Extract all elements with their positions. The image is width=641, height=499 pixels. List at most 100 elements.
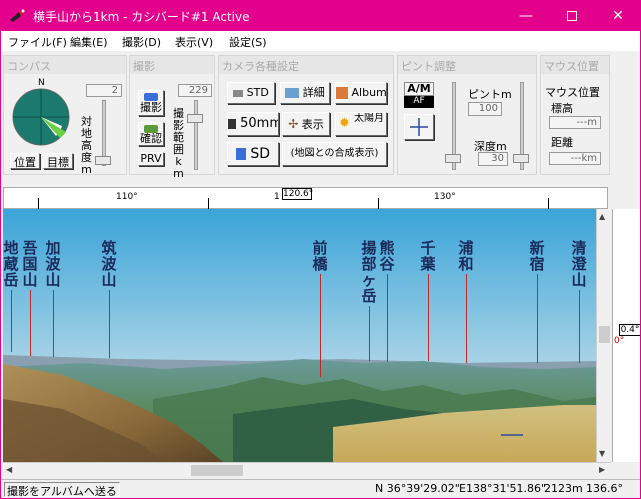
peak-leader-line — [428, 274, 429, 361]
mouse-elevation-box: ---m — [549, 116, 601, 129]
peak-leader-line — [369, 306, 370, 361]
album-icon — [336, 87, 348, 99]
peak-label[interactable]: 揚部ヶ岳 — [361, 240, 377, 304]
focus-distance-label: ピントm — [468, 88, 512, 101]
title-bar: 横手山から1km - カシバード#1 Active — ✕ — [1, 1, 640, 31]
horizontal-scroll-thumb[interactable] — [191, 465, 243, 476]
map-composite-button[interactable]: (地図との合成表示) — [282, 142, 387, 166]
vertical-scroll-thumb[interactable] — [599, 326, 610, 343]
azimuth-ruler[interactable]: 110° 130° 1 120.6° — [3, 187, 608, 209]
focus-slider-thumb[interactable] — [445, 154, 461, 163]
range-slider-thumb[interactable] — [187, 114, 203, 123]
mouse-header: マウス位置 — [541, 56, 609, 74]
pin-icon: ✢ — [288, 117, 299, 131]
camera-header: カメラ各種設定 — [219, 56, 393, 74]
focus-crosshair-button[interactable] — [404, 114, 434, 140]
display-button[interactable]: ✢ 表示 — [282, 112, 330, 136]
shoot-button-label: 撮影 — [140, 101, 162, 114]
range-slider-track[interactable] — [194, 100, 198, 170]
peak-label[interactable]: 熊谷 — [379, 240, 395, 272]
height-slider-thumb[interactable] — [95, 156, 111, 165]
lens-button[interactable]: 50mm — [227, 112, 279, 136]
peak-label[interactable]: 新宿 — [529, 240, 545, 272]
ruler-label-130: 130° — [434, 192, 456, 202]
window-title: 横手山から1km - カシバード#1 Active — [33, 10, 250, 24]
close-button[interactable]: ✕ — [595, 1, 640, 31]
camera-small-icon — [233, 89, 244, 97]
menu-view[interactable]: 表示(V) — [175, 34, 213, 50]
scroll-down-icon[interactable]: ▼ — [599, 449, 605, 458]
peak-leader-line — [387, 274, 388, 362]
horizontal-scrollbar[interactable]: ◀ ▶ — [3, 462, 611, 477]
compass-header: コンパス — [4, 56, 126, 74]
peak-label[interactable]: 浦和 — [458, 240, 474, 272]
minimize-button[interactable]: — — [503, 1, 549, 31]
am-toggle-button[interactable]: A/M — [404, 82, 434, 96]
sun-moon-button[interactable]: ✹ 太陽月 — [335, 112, 387, 136]
maximize-button[interactable] — [549, 1, 595, 31]
range-value-box: 229 — [178, 84, 212, 97]
compass-north-label: N — [38, 78, 45, 88]
menu-edit[interactable]: 編集(E) — [70, 34, 108, 50]
compass-dial[interactable] — [12, 88, 70, 146]
latitude-readout: N 36°39'29.02" — [375, 482, 460, 495]
menu-file[interactable]: ファイル(F) — [8, 34, 67, 50]
ruler-cursor-box: 120.6° — [282, 188, 314, 200]
shoot-button[interactable]: 撮影 — [138, 90, 164, 116]
peak-label[interactable]: 地蔵岳 — [3, 240, 19, 288]
camera-icon — [144, 93, 158, 101]
scroll-up-icon[interactable]: ▲ — [599, 212, 605, 221]
detail-button[interactable]: 詳細 — [280, 82, 330, 104]
af-indicator: AF — [404, 96, 434, 108]
confirm-icon — [144, 125, 158, 133]
position-button[interactable]: 位置 — [10, 153, 40, 169]
heading-readout: 136.6° — [586, 482, 623, 495]
app-window: 横手山から1km - カシバード#1 Active — ✕ ファイル(F) 編集… — [0, 0, 641, 499]
elevation-ruler: 0.4° 0° — [612, 209, 640, 462]
kashmir-app-icon — [10, 9, 25, 22]
peak-label[interactable]: 加波山 — [45, 240, 61, 288]
status-bar: 撮影をアルバムへ送る N 36°39'29.02" E138°31'51.86"… — [1, 479, 640, 498]
peak-leader-line — [579, 290, 580, 363]
peak-label[interactable]: 筑波山 — [101, 240, 117, 288]
height-value-box: 2 — [86, 84, 122, 97]
target-button[interactable]: 目標 — [43, 153, 73, 169]
sun-icon: ✹ — [339, 116, 350, 131]
menu-bar: ファイル(F) 編集(E) 撮影(D) 表示(V) 設定(S) — [1, 31, 640, 51]
shoot-header: 撮影 — [130, 56, 214, 74]
compass-panel: コンパス N 位置 目標 2 対地高度m — [3, 55, 127, 176]
send-to-album-status[interactable]: 撮影をアルバムへ送る — [4, 482, 120, 498]
depth-slider-thumb[interactable] — [513, 154, 529, 163]
range-label: 撮影範囲km — [173, 107, 184, 180]
std-button[interactable]: STD — [227, 82, 275, 104]
photo-icon — [285, 88, 300, 98]
crosshair-icon — [410, 118, 428, 136]
focus-header: ピント調整 — [398, 56, 536, 74]
elevation-readout: 2123m — [544, 482, 583, 495]
ruler-tick — [38, 198, 39, 209]
longitude-readout: E138°31'51.86" — [459, 482, 547, 495]
menu-shoot[interactable]: 撮影(D) — [122, 34, 161, 50]
focus-distance-box: 100 — [468, 102, 502, 116]
scroll-right-icon[interactable]: ▶ — [599, 465, 605, 474]
peak-leader-line — [537, 274, 538, 363]
ruler-label-110: 110° — [116, 192, 138, 202]
peak-leader-line — [320, 274, 321, 377]
height-label: 対地高度m — [81, 115, 92, 176]
confirm-button[interactable]: 確認 — [138, 122, 164, 146]
peak-label[interactable]: 前橋 — [312, 240, 328, 272]
mouse-distance-box: ---km — [549, 152, 601, 165]
sd-button[interactable]: SD — [227, 142, 279, 166]
album-button[interactable]: Album — [335, 82, 387, 104]
elevation-angle-box: 0.4° — [619, 324, 640, 336]
peak-label[interactable]: 千葉 — [420, 240, 436, 272]
scroll-left-icon[interactable]: ◀ — [6, 465, 12, 474]
peak-leader-line — [30, 290, 31, 356]
peak-label[interactable]: 清澄山 — [571, 240, 587, 288]
panorama-view[interactable]: 地蔵岳 吾国山 加波山 筑波山 前橋 揚部ヶ岳 熊谷 千葉 浦和 新宿 清澄山 — [3, 209, 596, 462]
vertical-scrollbar[interactable]: ▲ ▼ — [596, 209, 611, 462]
prv-button[interactable]: PRV — [138, 152, 164, 166]
elevation-zero-mark: 0° — [614, 336, 625, 346]
menu-settings[interactable]: 設定(S) — [229, 34, 267, 50]
peak-label[interactable]: 吾国山 — [22, 240, 38, 288]
